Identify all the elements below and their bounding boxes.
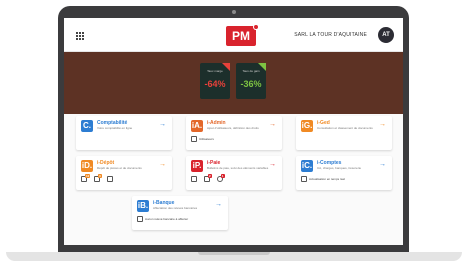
kpi-taux-marge[interactable]: Taux marge -64% (200, 63, 230, 99)
document-icon[interactable]: 3 (93, 174, 102, 182)
i-banque-icon: iB. (137, 200, 149, 212)
card-subtitle: Consultation et classement de documents (317, 126, 373, 130)
kpi-value: -36% (240, 79, 262, 89)
card-subtitle: Votre comptabilité en ligne (97, 126, 133, 130)
kpi-label: Taux de gain (242, 69, 260, 73)
calendar-icon (301, 176, 307, 182)
top-bar: PM SARL LA TOUR D'AQUITAINE AT (64, 18, 403, 52)
logo-text: PM (232, 29, 250, 43)
upload-icon[interactable]: 12 (81, 174, 91, 182)
card-footer: Aucun relevé bancaire à affecter (137, 216, 188, 222)
store-name[interactable]: SARL LA TOUR D'AQUITAINE (294, 32, 367, 38)
laptop-notch (198, 252, 270, 255)
edit-icon[interactable] (106, 176, 113, 182)
arrow-right-icon[interactable]: → (379, 121, 386, 128)
arrow-right-icon[interactable]: → (379, 161, 386, 168)
pm-logo[interactable]: PM (226, 24, 259, 46)
arrow-right-icon[interactable]: → (159, 161, 166, 168)
hero-banner: Taux marge -64% Taux de gain -36% (64, 52, 403, 114)
arrow-right-icon[interactable]: → (269, 161, 276, 168)
users-icon (191, 136, 197, 142)
arrow-right-icon[interactable]: → (215, 201, 222, 208)
apps-grid-icon[interactable] (76, 32, 84, 40)
calendar-icon[interactable] (191, 176, 197, 182)
card-i-ged[interactable]: iG. i-Ged Consultation et classement de … (296, 116, 392, 150)
card-subtitle: CA, charges, banques, trésorerie (317, 166, 362, 170)
payslip-icon[interactable]: 2 (203, 174, 212, 182)
arrow-right-icon[interactable]: → (269, 121, 276, 128)
footer-text: Aucun relevé bancaire à affecter (145, 216, 189, 221)
counter-badge: 3 (97, 174, 102, 178)
i-paie-icon: iP. (191, 160, 203, 172)
kpi-label: Taux marge (207, 69, 223, 73)
footer-text: Actualisation en temps réel (309, 176, 346, 181)
comptabilite-icon: C. (81, 120, 93, 132)
bank-document-icon (137, 216, 143, 222)
app-screen: PM SARL LA TOUR D'AQUITAINE AT Taux marg… (64, 18, 403, 245)
card-footer: Utilisateurs (191, 136, 214, 142)
counter-badge: 1 (220, 174, 225, 178)
i-ged-icon: iG. (301, 120, 313, 132)
kpi-value: -64% (204, 79, 226, 89)
card-footer: Actualisation en temps réel (301, 176, 345, 182)
card-subtitle: Affectation des relevés bancaires (153, 206, 198, 210)
card-i-admin[interactable]: iA. i-Admin Ajout d'utilisateurs, défini… (186, 116, 282, 150)
camera-dot (232, 10, 236, 14)
card-i-paie[interactable]: iP. i-Paie Bulletins de paie, suivi des … (186, 156, 282, 190)
card-footer: 12 3 (81, 174, 115, 182)
logo-dot-icon (253, 24, 259, 30)
i-depot-icon: iD. (81, 160, 93, 172)
card-i-comptes[interactable]: iC. i-Comptes CA, charges, banques, trés… (296, 156, 392, 190)
card-comptabilite[interactable]: C. Comptabilité Votre comptabilité en li… (76, 116, 172, 150)
card-subtitle: Ajout d'utilisateurs, définition des dro… (207, 126, 259, 130)
card-subtitle: Dépôt de pièces et de documents (97, 166, 142, 170)
footer-text: Utilisateurs (199, 136, 214, 141)
alert-icon[interactable]: 1 (216, 174, 225, 182)
i-admin-icon: iA. (191, 120, 203, 132)
card-footer: 2 1 (191, 174, 225, 182)
counter-badge: 12 (85, 174, 91, 178)
kpi-taux-gain[interactable]: Taux de gain -36% (236, 63, 266, 99)
avatar[interactable]: AT (378, 27, 394, 43)
card-i-banque[interactable]: iB. i-Banque Affectation des relevés ban… (132, 196, 228, 230)
counter-badge: 2 (207, 174, 212, 178)
card-i-depot[interactable]: iD. i-Dépôt Dépôt de pièces et de docume… (76, 156, 172, 190)
i-comptes-icon: iC. (301, 160, 313, 172)
card-subtitle: Bulletins de paie, suivi des éléments va… (207, 166, 269, 170)
arrow-right-icon[interactable]: → (159, 121, 166, 128)
